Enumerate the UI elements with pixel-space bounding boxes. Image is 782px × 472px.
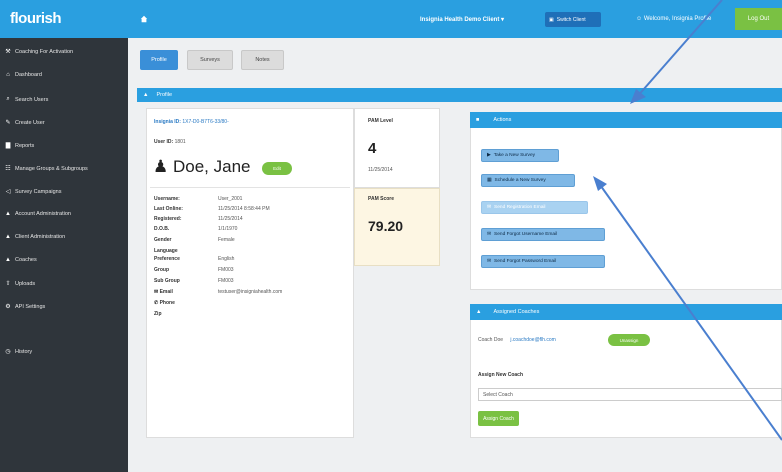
coach-select[interactable]: Select Coach [478, 388, 782, 401]
envelope-icon: ✉ [487, 205, 492, 210]
top-bar: flourish Insignia Health Demo Client ▾ ▣… [0, 0, 782, 38]
field-label: Group [154, 267, 169, 273]
field-value: 11/25/2014 8:58:44 PM [218, 206, 270, 212]
field-label: Preference [154, 256, 180, 262]
user-name: ♟ Doe, Jane [153, 157, 251, 176]
user-icon: ▲ [5, 211, 11, 217]
sidebar-item-uploads[interactable]: ⇧ Uploads [5, 280, 35, 288]
send-registration-email-button[interactable]: ✉ Send Registration Email [481, 201, 588, 214]
sidebar-item-reports[interactable]: ▇ Reports [5, 142, 35, 150]
coach-entry: Coach Doe j.coachdoe@flh.com [478, 337, 556, 343]
history-icon: ◷ [5, 349, 11, 355]
actions-header: ■ Actions [470, 112, 782, 128]
pam-score-value: 79.20 [368, 218, 404, 234]
tab-surveys[interactable]: Surveys [187, 50, 233, 70]
zip-label: Zip [154, 311, 162, 317]
field-value: English [218, 256, 235, 262]
pam-level-label: PAM Level [368, 118, 393, 124]
schedule-survey-button[interactable]: ▦ Schedule a New Survey [481, 174, 575, 187]
wrench-icon: ⚒ [5, 49, 11, 55]
calendar-icon: ▦ [487, 178, 492, 183]
field-label: D.O.B. [154, 226, 170, 232]
exchange-icon: ▣ [549, 16, 554, 23]
switch-client-button[interactable]: ▣ Switch Client [545, 12, 601, 27]
user-icon: ▲ [143, 92, 149, 98]
field-value: FM003 [218, 278, 234, 284]
tab-notes[interactable]: Notes [241, 50, 284, 70]
user-id: User ID: 1801 [154, 139, 186, 145]
unassign-button[interactable]: Unassign [608, 334, 650, 346]
pam-score-label: PAM Score [368, 196, 395, 202]
user-icon: ▲ [476, 309, 482, 315]
sidebar-item-coaches[interactable]: ▲ Coaches [5, 257, 37, 263]
bar-chart-icon: ▇ [5, 143, 11, 149]
assign-coach-button[interactable]: Assign Coach [478, 411, 519, 426]
field-label: Gender [154, 237, 172, 243]
email-label: ✉ Email [154, 289, 173, 295]
divider [150, 187, 350, 188]
sidebar-item-account-admin[interactable]: ▲ Account Administration [5, 211, 71, 217]
field-label: Sub Group [154, 278, 180, 284]
pam-level-panel [354, 108, 440, 188]
org-dropdown[interactable]: Insignia Health Demo Client ▾ [420, 16, 504, 23]
pam-level-value: 4 [368, 140, 377, 157]
take-survey-button[interactable]: ▶ Take a New Survey [481, 149, 559, 162]
upload-icon: ⇧ [5, 281, 11, 287]
home-icon: ⌂ [6, 72, 10, 78]
phone-label: ✆ Phone [154, 300, 175, 306]
sidebar-item-history[interactable]: ◷ History [5, 348, 32, 356]
app-logo[interactable]: flourish [10, 10, 62, 27]
bullhorn-icon: ◁ [5, 189, 11, 195]
sidebar-item-client-admin[interactable]: ▲ Client Administration [5, 234, 65, 240]
envelope-icon: ✉ [487, 259, 492, 264]
tab-profile[interactable]: Profile [140, 50, 178, 70]
field-value: 11/25/2014 [218, 216, 243, 222]
user-icon: ▲ [5, 234, 11, 240]
pam-level-date: 11/25/2014 [368, 167, 393, 173]
envelope-icon: ✉ [487, 232, 492, 237]
send-forgot-username-button[interactable]: ✉ Send Forgot Username Email [481, 228, 605, 241]
sidebar-item-survey-campaigns[interactable]: ◁ Survey Campaigns [5, 188, 62, 196]
email-value[interactable]: testuser@insigniahealth.com [218, 289, 282, 295]
sidebar-item-create-user[interactable]: ✎ Create User [5, 119, 44, 127]
home-icon[interactable] [140, 15, 148, 23]
field-value: Female [218, 237, 235, 243]
play-icon: ▶ [487, 153, 491, 158]
field-label: Last Online: [154, 206, 183, 212]
user-icon: ☺ [636, 16, 643, 22]
email-icon: ✉ [154, 289, 159, 295]
gear-icon: ⚙ [5, 304, 11, 310]
edit-badge[interactable]: Edit [262, 162, 292, 175]
phone-icon: ✆ [154, 300, 159, 306]
sidebar-item-manage-groups[interactable]: ☷ Manage Groups & Subgroups [5, 165, 87, 173]
field-label: Language [154, 248, 178, 254]
sidebar-item-dashboard[interactable]: ⌂ Dashboard [5, 72, 42, 78]
bolt-icon: ■ [476, 117, 480, 123]
welcome-link[interactable]: ☺ Welcome, Insignia Profile [636, 16, 711, 22]
send-forgot-password-button[interactable]: ✉ Send Forgot Password Email [481, 255, 605, 268]
field-value: User_2001 [218, 196, 243, 202]
sidebar-item-api-settings[interactable]: ⚙ API Settings [5, 303, 45, 311]
field-label: Registered: [154, 216, 182, 222]
sitemap-icon: ☷ [5, 166, 11, 172]
profile-section-header: ▲ Profile [137, 88, 782, 102]
search-icon: ⌕ [6, 96, 10, 102]
field-value: 1/1/1970 [218, 226, 238, 232]
field-label: Username: [154, 196, 180, 202]
sidebar: ⚒ Coaching For Activation ⌂ Dashboard ⌕ Sea… [0, 38, 128, 472]
insignia-id: Insignia ID: 1X7-D0-B7T6-33/80- [154, 119, 229, 125]
user-icon: ▲ [5, 257, 11, 263]
edit-icon: ✎ [5, 120, 11, 126]
assign-coach-label: Assign New Coach [478, 372, 524, 378]
sidebar-item-search-users[interactable]: ⌕ Search Users [5, 96, 48, 103]
coaches-header: ▲ Assigned Coaches [470, 304, 782, 320]
logout-button[interactable]: Log Out [735, 8, 782, 30]
person-icon: ♟ [153, 157, 169, 176]
sidebar-item-coaching[interactable]: ⚒ Coaching For Activation [5, 48, 73, 56]
field-value: FM003 [218, 267, 234, 273]
